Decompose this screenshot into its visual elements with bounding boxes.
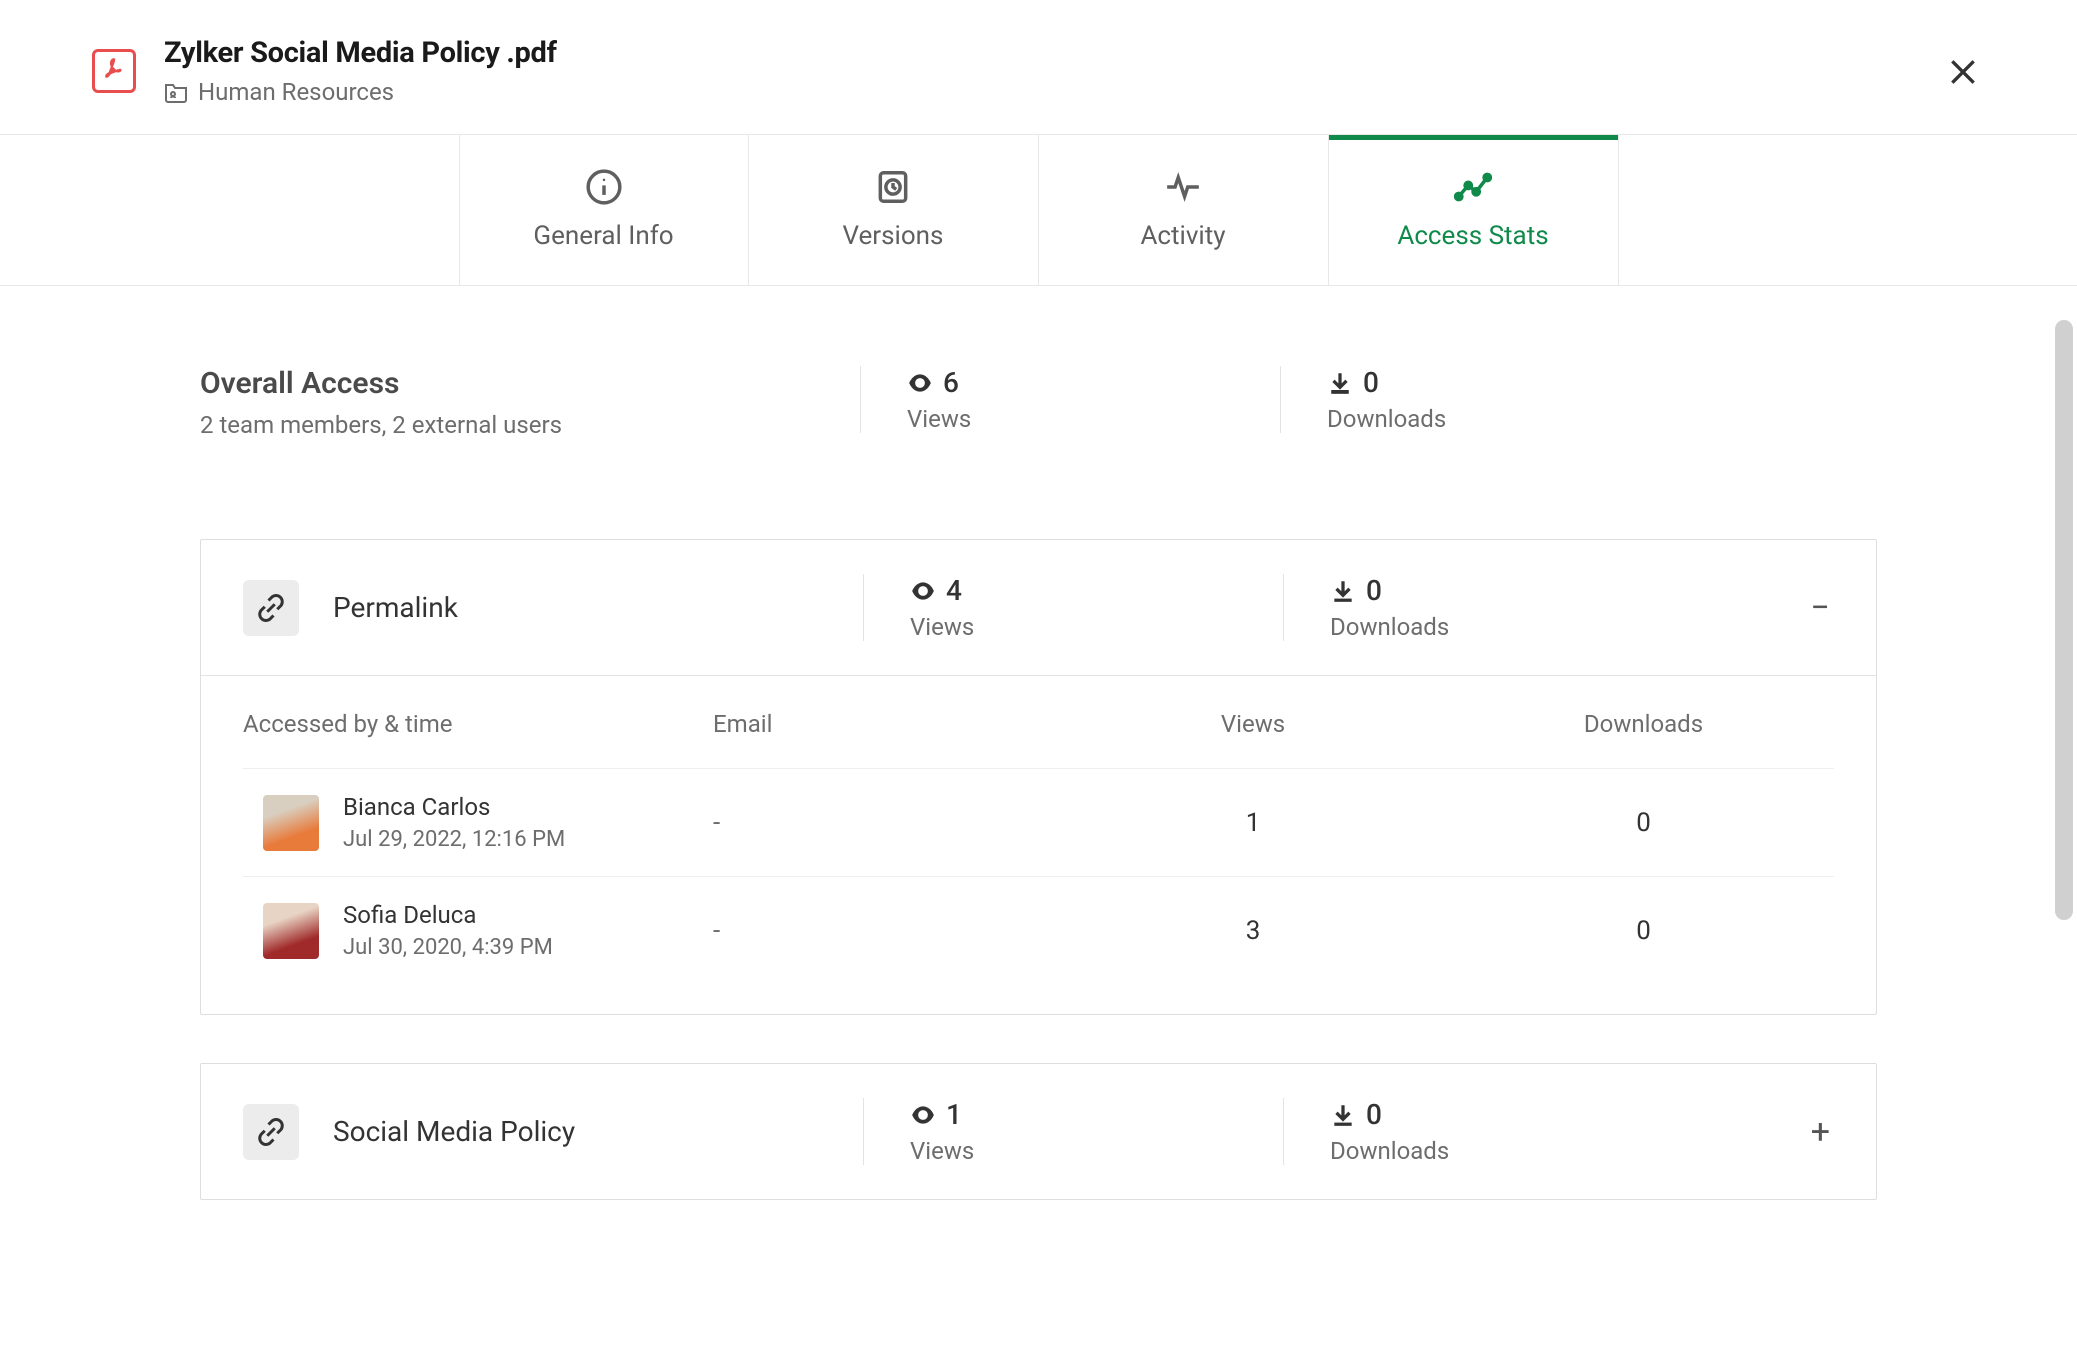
user-name: Bianca Carlos [343,793,565,821]
info-icon [584,167,624,207]
overall-subtitle: 2 team members, 2 external users [200,411,860,439]
close-button[interactable] [1947,56,1979,88]
tab-general-info[interactable]: General Info [459,135,749,285]
link-icon [243,580,299,636]
tab-bar: General Info Versions Activity Access St… [0,135,2077,286]
section-views-stat: 4 Views [863,574,1283,641]
tab-versions[interactable]: Versions [749,135,1039,285]
activity-icon [1163,167,1203,207]
download-icon [1330,1102,1356,1128]
avatar [263,795,319,851]
downloads-label: Downloads [1327,405,1700,433]
views-count: 4 [946,574,962,607]
eye-icon [910,578,936,604]
views-label: Views [910,1137,1283,1165]
tab-access-stats[interactable]: Access Stats [1329,135,1619,285]
eye-icon [907,370,933,396]
collapse-toggle[interactable]: − [1811,588,1830,628]
tab-label: Access Stats [1397,221,1548,251]
row-downloads: 0 [1453,808,1834,838]
tab-activity[interactable]: Activity [1039,135,1329,285]
col-email: Email [713,710,1053,738]
views-label: Views [907,405,1280,433]
user-email: - [713,916,1053,946]
pdf-icon [92,49,136,93]
tab-label: Activity [1140,221,1225,251]
overall-access-row: Overall Access 2 team members, 2 externa… [200,366,1877,439]
section-social-media-policy: Social Media Policy 1 Views 0 Downloads … [200,1063,1877,1200]
access-time: Jul 30, 2020, 4:39 PM [343,935,553,960]
avatar [263,903,319,959]
row-downloads: 0 [1453,916,1834,946]
folder-icon [164,81,188,103]
eye-icon [910,1102,936,1128]
user-name: Sofia Deluca [343,901,553,929]
views-count: 1 [946,1098,962,1131]
col-accessed: Accessed by & time [243,710,713,738]
overall-downloads-stat: 0 Downloads [1280,366,1700,433]
access-time: Jul 29, 2022, 12:16 PM [343,827,565,852]
table-row: Sofia Deluca Jul 30, 2020, 4:39 PM - 3 0 [243,876,1834,984]
section-title: Social Media Policy [333,1115,863,1148]
download-icon [1327,370,1353,396]
downloads-count: 0 [1366,574,1382,607]
downloads-label: Downloads [1330,1137,1703,1165]
section-views-stat: 1 Views [863,1098,1283,1165]
expand-toggle[interactable]: + [1811,1112,1830,1152]
stats-icon [1453,167,1493,207]
tab-label: General Info [533,221,673,251]
col-downloads: Downloads [1453,710,1834,738]
downloads-count: 0 [1363,366,1379,399]
overall-views-stat: 6 Views [860,366,1280,433]
section-title: Permalink [333,591,863,624]
versions-icon [873,167,913,207]
tab-label: Versions [843,221,944,251]
overall-title: Overall Access [200,366,860,401]
scrollbar[interactable] [2055,320,2073,920]
table-header: Accessed by & time Email Views Downloads [243,676,1834,768]
section-downloads-stat: 0 Downloads [1283,1098,1703,1165]
close-icon [1947,56,1979,88]
folder-label: Human Resources [198,78,394,106]
views-label: Views [910,613,1283,641]
table-row: Bianca Carlos Jul 29, 2022, 12:16 PM - 1… [243,768,1834,876]
link-icon [243,1104,299,1160]
user-email: - [713,808,1053,838]
col-views: Views [1053,710,1453,738]
section-permalink: Permalink 4 Views 0 Downloads − Accessed… [200,539,1877,1015]
row-views: 1 [1053,808,1453,838]
downloads-label: Downloads [1330,613,1703,641]
file-title: Zylker Social Media Policy .pdf [164,36,557,70]
row-views: 3 [1053,916,1453,946]
downloads-count: 0 [1366,1098,1382,1131]
breadcrumb[interactable]: Human Resources [164,78,557,106]
download-icon [1330,578,1356,604]
section-downloads-stat: 0 Downloads [1283,574,1703,641]
views-count: 6 [943,366,959,399]
